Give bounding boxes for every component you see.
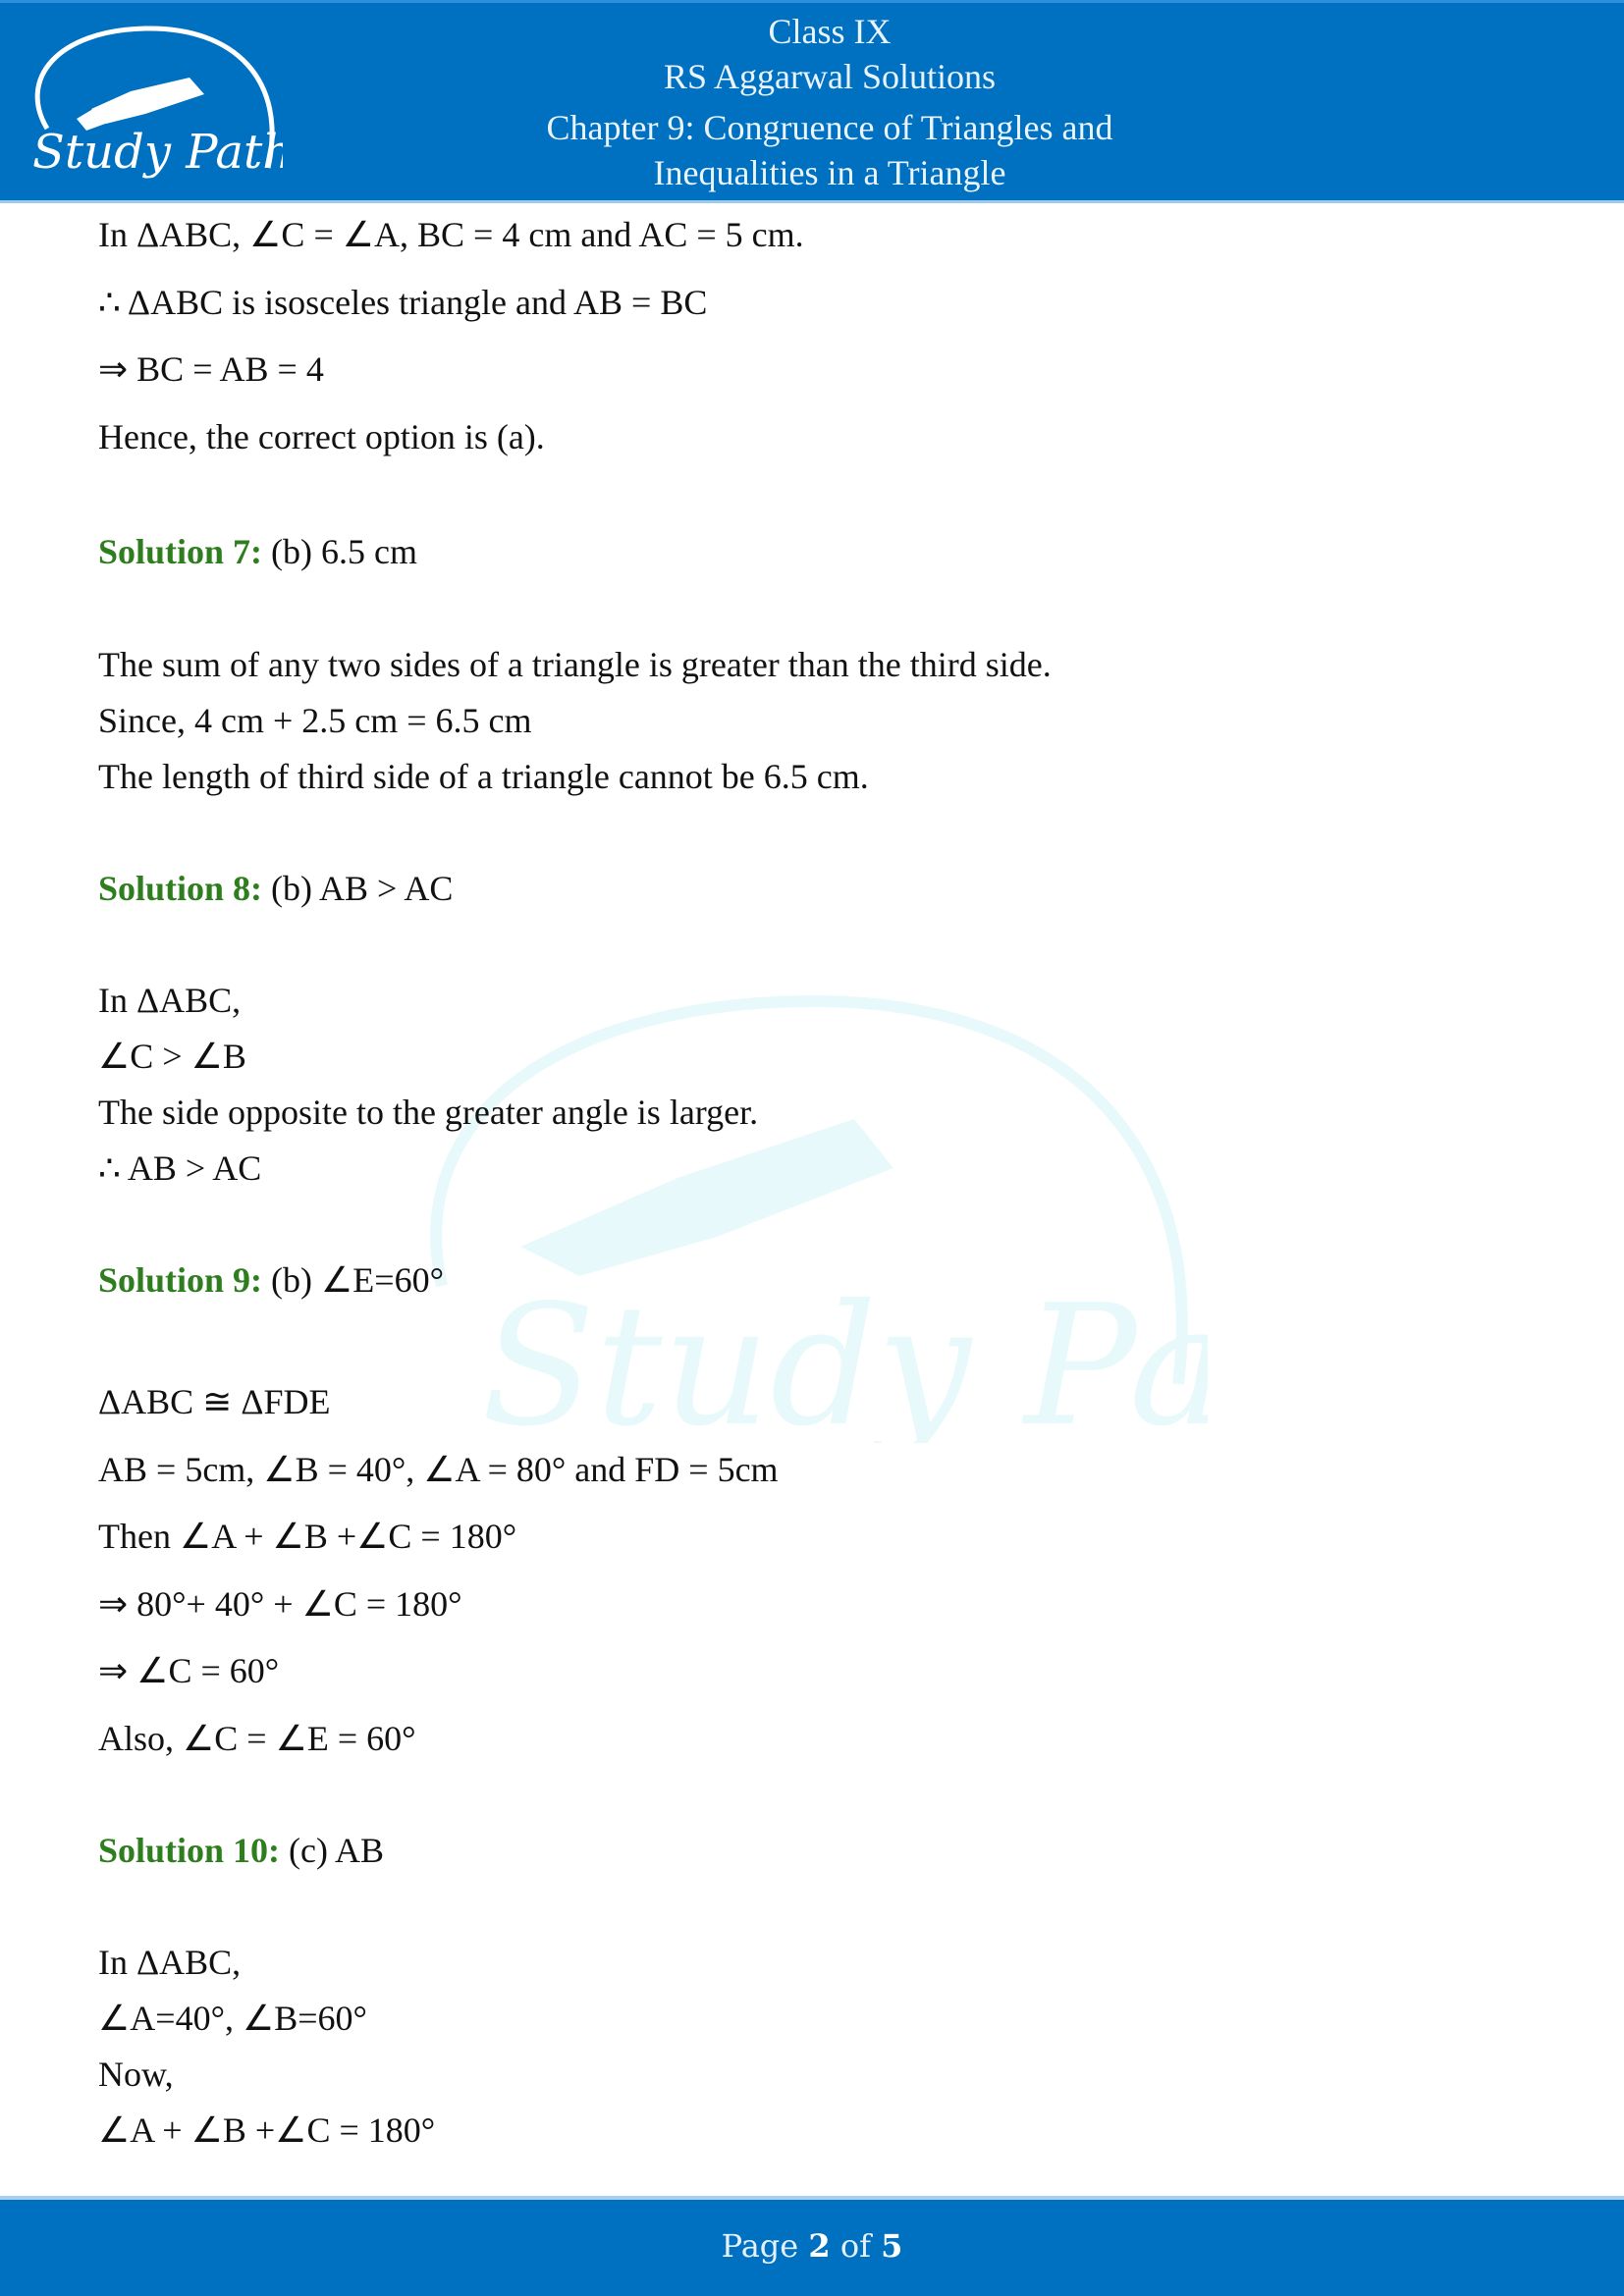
- solution-line: The length of third side of a triangle c…: [98, 757, 869, 796]
- solution-line: ⇒ ∠C = 60°: [98, 1651, 280, 1690]
- solution-answer: (b) 6.5 cm: [262, 532, 418, 571]
- current-page: 2: [808, 2227, 831, 2265]
- page-header: Study Path Class IX RS Aggarwal Solution…: [0, 0, 1624, 203]
- chapter-title-line2: Inequalities in a Triangle: [653, 153, 1006, 192]
- solution-line: ∴ AB > AC: [98, 1148, 262, 1188]
- solution-line: ∠A + ∠B +∠C = 180°: [98, 2110, 436, 2150]
- solution-line: Since, 4 cm + 2.5 cm = 6.5 cm: [98, 701, 532, 740]
- solution-answer: (b) AB > AC: [262, 869, 454, 908]
- study-path-logo: Study Path: [32, 26, 283, 180]
- solution-label: Solution 7:: [98, 532, 263, 571]
- intro-line: Hence, the correct option is (a).: [98, 417, 545, 456]
- solution-label: Solution 9:: [98, 1260, 263, 1300]
- total-pages: 5: [881, 2227, 903, 2265]
- book-title: RS Aggarwal Solutions: [663, 57, 997, 96]
- solution-line: ∠C > ∠B: [98, 1037, 246, 1076]
- solution-line: In ΔABC,: [98, 981, 242, 1020]
- intro-line: ⇒ BC = AB = 4: [98, 349, 324, 389]
- intro-line: In ΔABC, ∠C = ∠A, BC = 4 cm and AC = 5 c…: [98, 215, 804, 254]
- watermark-text: Study Path: [481, 1269, 1208, 1443]
- solution-answer: (b) ∠E=60°: [262, 1260, 444, 1300]
- page-footer: Page 2 of 5: [0, 2196, 1624, 2296]
- solution-line: In ΔABC,: [98, 1943, 242, 1982]
- solution-line: ΔABC ≅ ΔFDE: [98, 1382, 331, 1421]
- page-number: Page 2 of 5: [721, 2227, 903, 2265]
- intro-line: ∴ ΔABC is isosceles triangle and AB = BC: [98, 283, 708, 322]
- solution-line: The side opposite to the greater angle i…: [98, 1093, 759, 1132]
- header-titles: Class IX RS Aggarwal Solutions Chapter 9…: [412, 9, 1247, 195]
- solution-9-heading: Solution 9: (b) ∠E=60°: [98, 1258, 444, 1302]
- logo-text: Study Path: [32, 125, 283, 180]
- solution-8-heading: Solution 8: (b) AB > AC: [98, 867, 453, 910]
- solution-line: Now,: [98, 2055, 174, 2094]
- solution-label: Solution 8:: [98, 869, 263, 908]
- solution-10-heading: Solution 10: (c) AB: [98, 1829, 384, 1872]
- solution-line: ∠A=40°, ∠B=60°: [98, 1999, 367, 2038]
- solution-line: ⇒ 80°+ 40° + ∠C = 180°: [98, 1584, 462, 1624]
- watermark-logo: Study Path: [430, 994, 1208, 1443]
- solution-line: The sum of any two sides of a triangle i…: [98, 645, 1052, 684]
- class-title: Class IX: [768, 12, 892, 51]
- solution-line: Then ∠A + ∠B +∠C = 180°: [98, 1517, 517, 1556]
- solution-7-heading: Solution 7: (b) 6.5 cm: [98, 530, 417, 573]
- solution-label: Solution 10:: [98, 1831, 281, 1870]
- pen-icon: [77, 78, 204, 131]
- solution-line: Also, ∠C = ∠E = 60°: [98, 1719, 416, 1758]
- solution-answer: (c) AB: [280, 1831, 385, 1870]
- solution-line: AB = 5cm, ∠B = 40°, ∠A = 80° and FD = 5c…: [98, 1450, 779, 1489]
- chapter-title-line1: Chapter 9: Congruence of Triangles and: [546, 108, 1113, 147]
